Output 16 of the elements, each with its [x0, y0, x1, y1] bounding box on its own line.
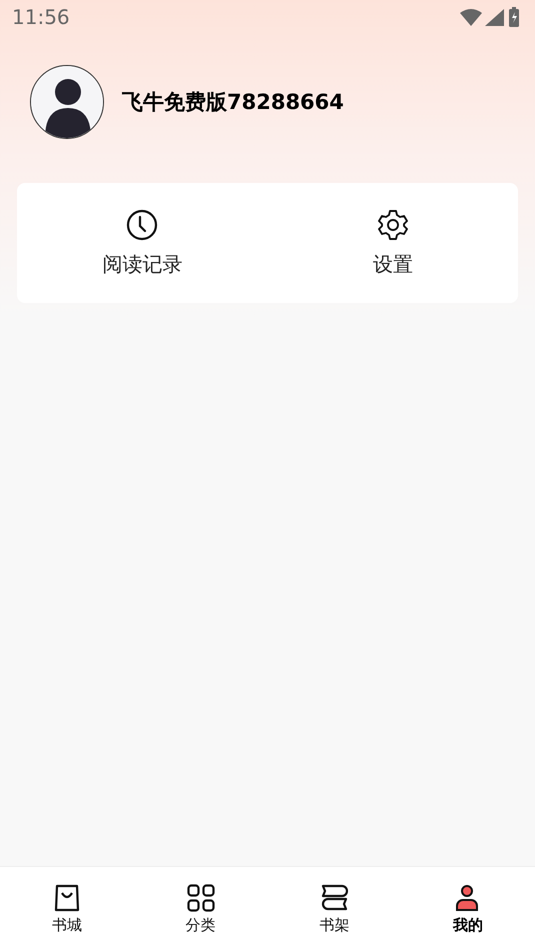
shortcut-item[interactable]: 设置 [268, 183, 518, 303]
books-icon [320, 884, 348, 912]
grid-icon [186, 884, 215, 912]
username: 飞牛免费版78288664 [122, 89, 344, 116]
tab[interactable]: 分类 [134, 867, 268, 951]
clock-icon [126, 208, 158, 240]
settings-icon [376, 208, 409, 240]
wifi-icon [460, 8, 482, 26]
tab[interactable]: 我的 [401, 867, 535, 951]
tab[interactable]: 书城 [0, 867, 134, 951]
signal-icon [485, 8, 504, 26]
tab[interactable]: 书架 [268, 867, 402, 951]
shortcut-item[interactable]: 阅读记录 [17, 183, 268, 303]
status-time: 11:56 [12, 5, 70, 29]
bag-icon [52, 884, 81, 912]
battery-icon [507, 7, 521, 27]
